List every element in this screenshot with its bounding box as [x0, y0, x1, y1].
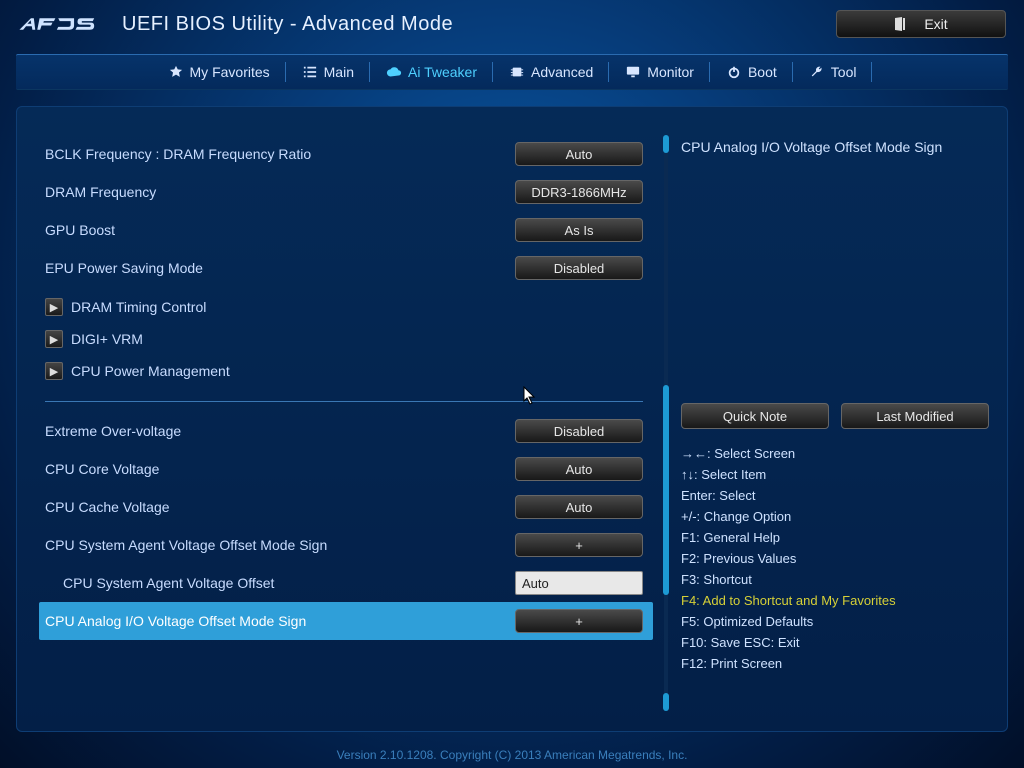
- setting-value-button[interactable]: Auto: [515, 495, 643, 519]
- setting-label: CPU System Agent Voltage Offset: [45, 575, 515, 591]
- setting-value-button[interactable]: DDR3-1866MHz: [515, 180, 643, 204]
- tab-ai-tweaker[interactable]: Ai Tweaker: [370, 54, 493, 90]
- tab-label: Boot: [748, 64, 777, 80]
- tool-icon: [809, 65, 825, 79]
- footer-text: Version 2.10.1208. Copyright (C) 2013 Am…: [0, 748, 1024, 762]
- list-icon: [302, 65, 318, 79]
- submenu-arrow-icon: ▶: [45, 330, 63, 348]
- main-frame: BCLK Frequency : DRAM Frequency RatioAut…: [16, 106, 1008, 732]
- setting-value-button[interactable]: +: [515, 533, 643, 557]
- setting-label: DRAM Frequency: [45, 184, 515, 200]
- keyhelp-line: F5: Optimized Defaults: [681, 611, 989, 632]
- setting-value-button[interactable]: Auto: [515, 457, 643, 481]
- monitor-icon: [625, 65, 641, 79]
- tab-advanced[interactable]: Advanced: [493, 54, 609, 90]
- cloud-icon: [386, 65, 402, 79]
- settings-panel: BCLK Frequency : DRAM Frequency RatioAut…: [17, 135, 661, 711]
- setting-label: CPU Cache Voltage: [45, 499, 515, 515]
- exit-label: Exit: [924, 16, 947, 32]
- keyhelp-line: F2: Previous Values: [681, 548, 989, 569]
- tab-bar: My Favorites Main Ai Tweaker Advanced Monito…: [16, 54, 1008, 90]
- setting-row[interactable]: CPU Core VoltageAuto: [45, 450, 653, 488]
- setting-row[interactable]: CPU Cache VoltageAuto: [45, 488, 653, 526]
- keyhelp-line: ↑↓: Select Item: [681, 464, 989, 485]
- exit-button[interactable]: Exit: [836, 10, 1006, 38]
- setting-row[interactable]: CPU System Agent Voltage Offset Mode Sig…: [45, 526, 653, 564]
- keyhelp-line: →←: Select Screen: [681, 443, 989, 464]
- keyhelp-line: F10: Save ESC: Exit: [681, 632, 989, 653]
- submenu-item[interactable]: ▶ DRAM Timing Control: [45, 291, 653, 323]
- setting-row[interactable]: DRAM FrequencyDDR3-1866MHz: [45, 173, 653, 211]
- submenu-item[interactable]: ▶ CPU Power Management: [45, 355, 653, 387]
- tab-boot[interactable]: Boot: [710, 54, 793, 90]
- submenu-arrow-icon: ▶: [45, 298, 63, 316]
- setting-label: Extreme Over-voltage: [45, 423, 515, 439]
- setting-value-button[interactable]: Auto: [515, 142, 643, 166]
- keyhelp-line: Enter: Select: [681, 485, 989, 506]
- keyhelp-line: +/-: Change Option: [681, 506, 989, 527]
- tab-my-favorites[interactable]: My Favorites: [152, 54, 286, 90]
- tab-main[interactable]: Main: [286, 54, 370, 90]
- key-help: →←: Select Screen↑↓: Select ItemEnter: S…: [681, 443, 989, 674]
- setting-row[interactable]: GPU BoostAs Is: [45, 211, 653, 249]
- setting-row[interactable]: BCLK Frequency : DRAM Frequency RatioAut…: [45, 135, 653, 173]
- tab-label: Ai Tweaker: [408, 64, 477, 80]
- submenu-item[interactable]: ▶ DIGI+ VRM: [45, 323, 653, 355]
- setting-row[interactable]: CPU Analog I/O Voltage Offset Mode Sign+: [39, 602, 653, 640]
- tab-label: Monitor: [647, 64, 694, 80]
- page-title: UEFI BIOS Utility - Advanced Mode: [122, 13, 453, 36]
- help-text: CPU Analog I/O Voltage Offset Mode Sign: [681, 135, 989, 395]
- setting-row[interactable]: Extreme Over-voltageDisabled: [45, 412, 653, 450]
- keyhelp-line: F1: General Help: [681, 527, 989, 548]
- setting-row[interactable]: CPU System Agent Voltage OffsetAuto: [45, 564, 653, 602]
- asus-logo: [18, 12, 110, 36]
- setting-value-button[interactable]: As Is: [515, 218, 643, 242]
- submenu-label: DRAM Timing Control: [71, 299, 206, 315]
- tab-label: Tool: [831, 64, 857, 80]
- power-icon: [726, 65, 742, 79]
- tab-label: Main: [324, 64, 354, 80]
- last-modified-button[interactable]: Last Modified: [841, 403, 989, 429]
- keyhelp-line: F12: Print Screen: [681, 653, 989, 674]
- submenu-label: CPU Power Management: [71, 363, 230, 379]
- star-icon: [168, 65, 184, 79]
- setting-value-button[interactable]: Disabled: [515, 256, 643, 280]
- setting-value-button[interactable]: +: [515, 609, 643, 633]
- help-panel: CPU Analog I/O Voltage Offset Mode Sign …: [671, 135, 1007, 711]
- tab-label: My Favorites: [190, 64, 270, 80]
- setting-value-button[interactable]: Disabled: [515, 419, 643, 443]
- setting-label: GPU Boost: [45, 222, 515, 238]
- chip-icon: [509, 65, 525, 79]
- exit-icon: [894, 17, 906, 31]
- submenu-arrow-icon: ▶: [45, 362, 63, 380]
- setting-label: EPU Power Saving Mode: [45, 260, 515, 276]
- setting-row[interactable]: EPU Power Saving ModeDisabled: [45, 249, 653, 287]
- setting-label: BCLK Frequency : DRAM Frequency Ratio: [45, 146, 515, 162]
- setting-label: CPU Core Voltage: [45, 461, 515, 477]
- keyhelp-line: F3: Shortcut: [681, 569, 989, 590]
- tab-monitor[interactable]: Monitor: [609, 54, 710, 90]
- section-divider: [45, 401, 643, 402]
- setting-label: CPU Analog I/O Voltage Offset Mode Sign: [45, 613, 515, 629]
- keyhelp-line: F4: Add to Shortcut and My Favorites: [681, 590, 989, 611]
- scrollbar[interactable]: [661, 135, 671, 711]
- tab-label: Advanced: [531, 64, 593, 80]
- setting-input[interactable]: Auto: [515, 571, 643, 595]
- submenu-label: DIGI+ VRM: [71, 331, 143, 347]
- tab-tool[interactable]: Tool: [793, 54, 873, 90]
- quick-note-button[interactable]: Quick Note: [681, 403, 829, 429]
- setting-label: CPU System Agent Voltage Offset Mode Sig…: [45, 537, 515, 553]
